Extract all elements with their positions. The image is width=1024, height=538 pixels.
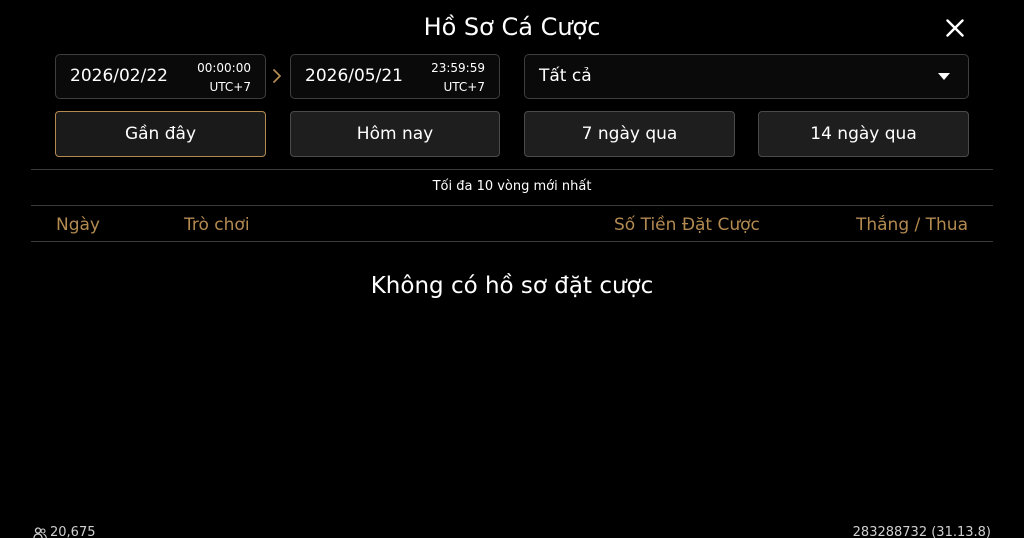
chevron-right-icon <box>273 69 281 83</box>
end-date: 2026/05/21 <box>305 66 403 86</box>
range-today-button[interactable]: Hôm nay <box>290 111 500 157</box>
start-time: 00:00:00 <box>197 61 251 75</box>
caret-down-icon <box>938 73 950 80</box>
end-timezone: UTC+7 <box>443 80 485 94</box>
build-version: 283288732 (31.13.8) <box>852 525 991 538</box>
online-players: 20,675 <box>33 525 96 538</box>
start-timezone: UTC+7 <box>209 80 251 94</box>
close-button[interactable] <box>940 13 970 43</box>
divider <box>31 169 993 170</box>
limit-note: Tối đa 10 vòng mới nhất <box>432 179 592 194</box>
divider <box>31 205 993 206</box>
end-time: 23:59:59 <box>431 61 485 75</box>
range-14-days-button[interactable]: 14 ngày qua <box>758 111 969 157</box>
range-7-days-button[interactable]: 7 ngày qua <box>524 111 735 157</box>
column-bet-amount: Số Tiền Đặt Cược <box>614 215 760 235</box>
empty-state-message: Không có hồ sơ đặt cược <box>370 273 654 299</box>
column-game: Trò chơi <box>184 215 250 235</box>
game-type-select[interactable]: Tất cả <box>524 54 969 99</box>
column-win-loss: Thắng / Thua <box>855 215 968 235</box>
start-date: 2026/02/22 <box>70 66 168 86</box>
bet-history-page: Hồ Sơ Cá Cược 2026/02/22 00:00:00 UTC+7 … <box>0 0 1024 538</box>
online-players-count: 20,675 <box>50 525 96 538</box>
users-icon <box>33 527 47 538</box>
start-date-picker[interactable]: 2026/02/22 00:00:00 UTC+7 <box>55 54 266 99</box>
page-title: Hồ Sơ Cá Cược <box>423 13 601 41</box>
divider <box>31 241 993 242</box>
end-date-picker[interactable]: 2026/05/21 23:59:59 UTC+7 <box>290 54 500 99</box>
close-icon <box>946 19 964 37</box>
column-date: Ngày <box>56 215 100 235</box>
range-recent-button[interactable]: Gần đây <box>55 111 266 157</box>
game-type-value: Tất cả <box>539 66 592 86</box>
